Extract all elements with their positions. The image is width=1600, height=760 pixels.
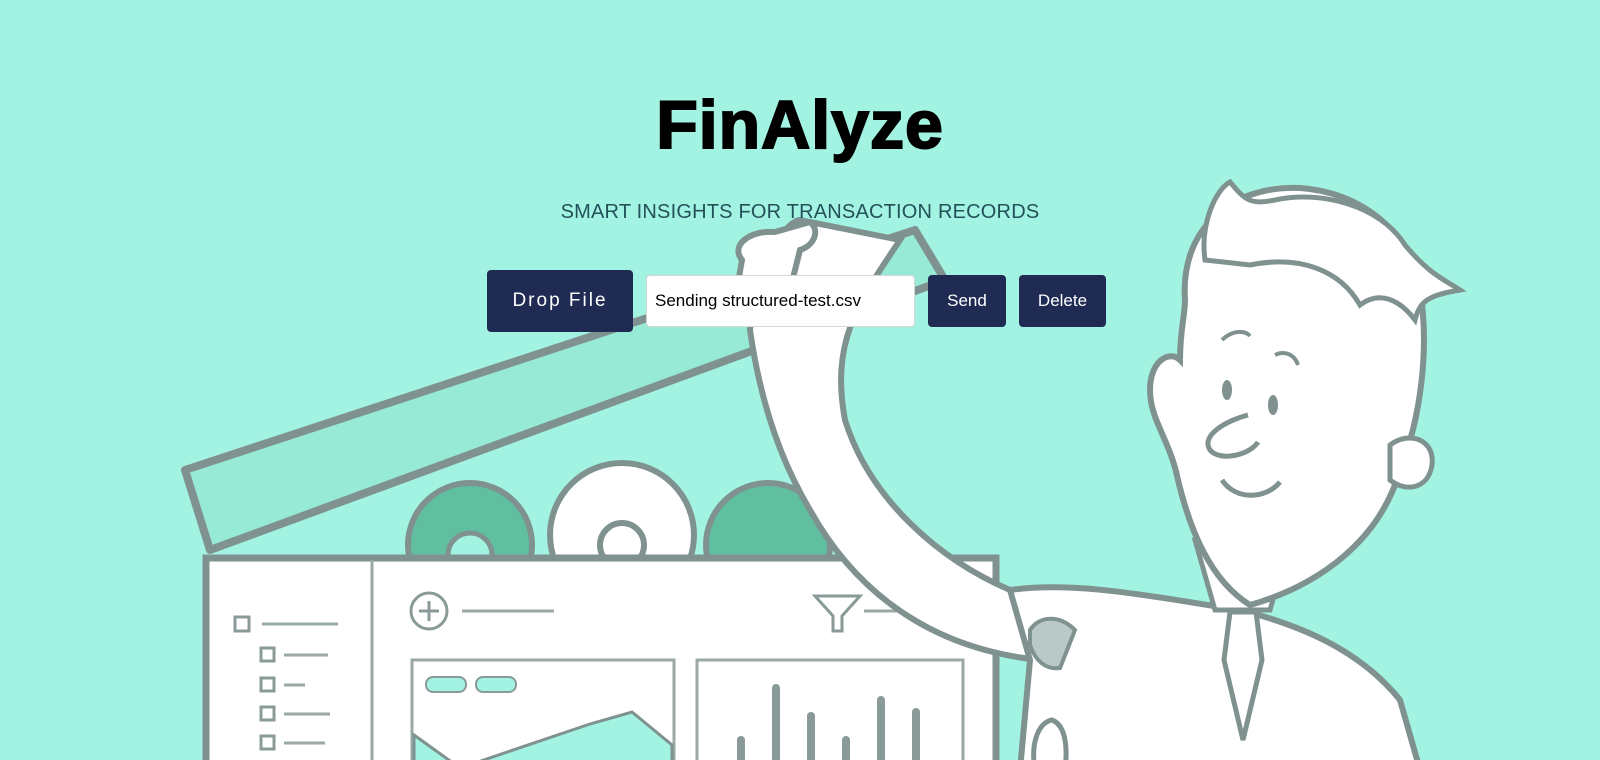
- send-button[interactable]: Send: [928, 275, 1006, 327]
- drop-file-button[interactable]: Drop File: [487, 270, 633, 332]
- file-status-field[interactable]: [646, 275, 915, 327]
- delete-button[interactable]: Delete: [1019, 275, 1106, 327]
- upload-controls: Drop File Send Delete: [487, 270, 1106, 332]
- app-title: FinAlyze: [655, 86, 944, 164]
- app-subtitle: SMART INSIGHTS FOR TRANSACTION RECORDS: [560, 201, 1040, 223]
